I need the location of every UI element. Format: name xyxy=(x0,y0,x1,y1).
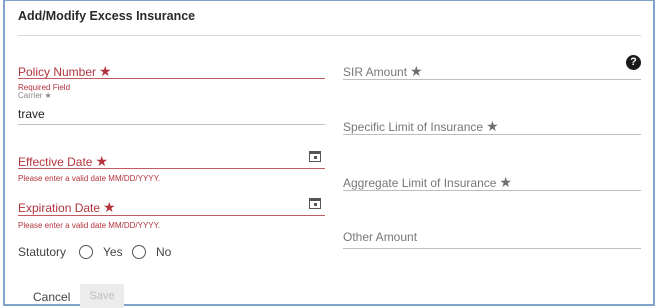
carrier-input-underline xyxy=(18,124,325,125)
required-star-icon: ★ xyxy=(486,118,499,134)
required-star-icon: ★ xyxy=(99,63,112,79)
effective-date-error: Please enter a valid date MM/DD/YYYY. xyxy=(18,174,161,183)
calendar-icon[interactable] xyxy=(309,197,321,209)
effective-date-label-text: Effective Date xyxy=(18,155,93,169)
carrier-label-text: Carrier xyxy=(18,91,43,100)
required-star-icon: ★ xyxy=(95,153,109,169)
calendar-icon[interactable] xyxy=(309,150,321,162)
carrier-label: Carrier ★ xyxy=(18,91,52,100)
sir-amount-label: SIR Amount ★ xyxy=(343,63,423,80)
specific-limit-label-text: Specific Limit of Insurance xyxy=(343,120,484,134)
other-amount-label: Other Amount xyxy=(343,230,418,244)
required-star-icon: ★ xyxy=(44,91,52,100)
specific-limit-label: Specific Limit of Insurance ★ xyxy=(343,118,499,135)
expiration-date-label-text: Expiration Date xyxy=(18,201,101,215)
required-star-icon: ★ xyxy=(499,174,512,190)
statutory-yes-radio[interactable] xyxy=(79,245,93,259)
cancel-button[interactable]: Cancel xyxy=(33,290,70,304)
other-amount-input[interactable] xyxy=(343,248,641,249)
sir-amount-label-text: SIR Amount xyxy=(343,65,408,79)
expiration-date-label: Expiration Date ★ xyxy=(18,199,116,216)
page-title: Add/Modify Excess Insurance xyxy=(18,9,196,23)
help-icon[interactable]: ? xyxy=(626,55,641,70)
statutory-no-radio[interactable] xyxy=(132,245,146,259)
carrier-input-value[interactable]: trave xyxy=(18,107,45,121)
policy-number-input[interactable] xyxy=(18,78,325,79)
title-divider xyxy=(18,35,641,36)
policy-number-label-text: Policy Number xyxy=(18,65,97,79)
aggregate-limit-input[interactable] xyxy=(343,190,641,191)
required-star-icon: ★ xyxy=(103,199,116,215)
specific-limit-input[interactable] xyxy=(343,134,641,135)
sir-amount-input[interactable] xyxy=(343,79,641,80)
expiration-date-error: Please enter a valid date MM/DD/YYYY. xyxy=(18,221,161,230)
aggregate-limit-label-text: Aggregate Limit of Insurance xyxy=(343,176,497,190)
expiration-date-input[interactable] xyxy=(18,215,325,216)
effective-date-input[interactable] xyxy=(18,168,325,169)
statutory-no-label: No xyxy=(156,245,172,259)
save-button[interactable]: Save xyxy=(80,284,124,308)
required-star-icon: ★ xyxy=(410,63,423,79)
statutory-yes-label: Yes xyxy=(103,245,123,259)
statutory-label: Statutory xyxy=(18,245,67,259)
aggregate-limit-label: Aggregate Limit of Insurance ★ xyxy=(343,174,512,191)
